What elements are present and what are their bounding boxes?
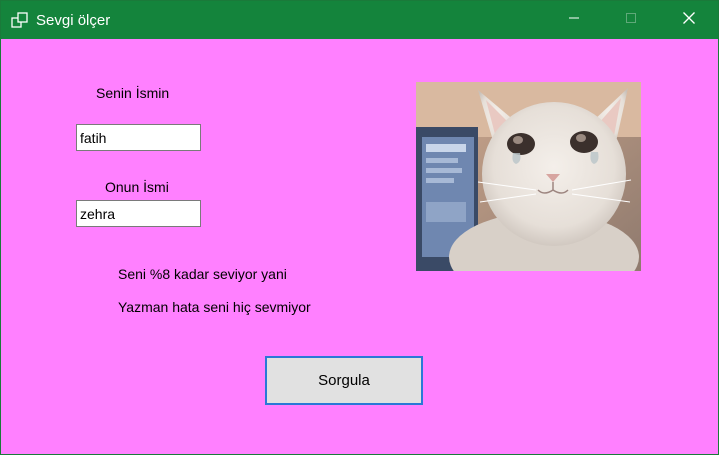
close-icon	[682, 11, 696, 30]
love-percentage-result: Seni %8 kadar seviyor yani	[118, 266, 287, 282]
maximize-button[interactable]	[608, 1, 654, 39]
app-window: Sevgi ölçer Senin İsmin Onun İsmi Seni %…	[0, 0, 719, 455]
maximize-icon	[625, 11, 637, 29]
title-bar[interactable]: Sevgi ölçer	[1, 1, 718, 39]
their-name-label: Onun İsmi	[105, 179, 169, 195]
close-button[interactable]	[666, 1, 712, 39]
your-name-label: Senin İsmin	[96, 85, 170, 101]
query-button[interactable]: Sorgula	[265, 356, 423, 405]
love-verdict-result: Yazman hata seni hiç sevmiyor	[118, 299, 311, 315]
app-icon	[11, 12, 29, 28]
minimize-icon	[568, 11, 580, 29]
your-name-input[interactable]	[76, 124, 201, 151]
window-title: Sevgi ölçer	[36, 12, 111, 29]
minimize-button[interactable]	[551, 1, 597, 39]
their-name-input[interactable]	[76, 200, 201, 227]
crying-cat-picture	[416, 82, 641, 271]
